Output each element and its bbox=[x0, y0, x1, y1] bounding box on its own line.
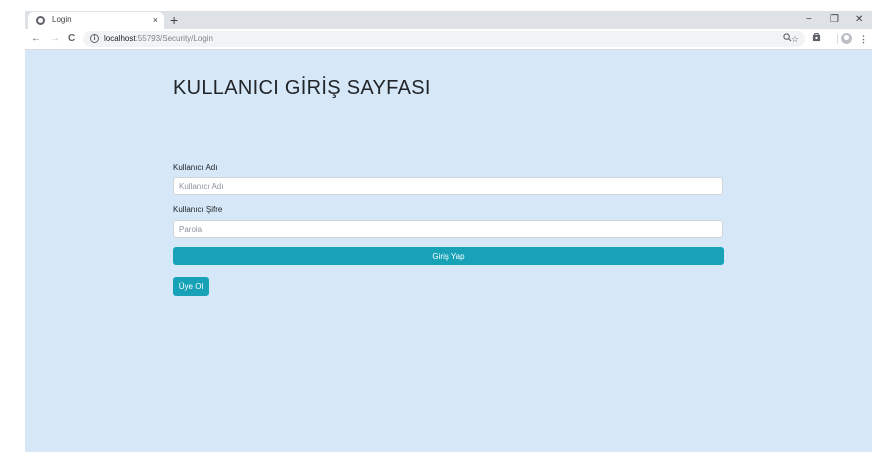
profile-icon[interactable] bbox=[841, 33, 852, 44]
password-label: Kullanıcı Şifre bbox=[173, 205, 223, 214]
close-window-icon[interactable]: ✕ bbox=[855, 13, 863, 27]
info-icon[interactable]: i bbox=[90, 34, 99, 43]
address-bar[interactable]: i localhost:55793/Security/Login bbox=[83, 31, 805, 47]
globe-icon bbox=[36, 16, 45, 25]
tab-strip: Login × + − ❐ ✕ bbox=[25, 11, 872, 29]
back-icon[interactable]: ← bbox=[31, 32, 41, 45]
url-path: :55793/Security/Login bbox=[135, 34, 213, 43]
tab-close-icon[interactable]: × bbox=[153, 14, 158, 26]
new-tab-button[interactable]: + bbox=[170, 11, 178, 29]
extension-icon[interactable] bbox=[812, 33, 821, 45]
browser-toolbar: ← → C i localhost:55793/Security/Login ☆… bbox=[25, 29, 872, 50]
browser-window: Login × + − ❐ ✕ ← → C i localhost:55793/… bbox=[25, 11, 872, 452]
username-input[interactable] bbox=[173, 177, 723, 195]
url-text: localhost:55793/Security/Login bbox=[104, 34, 213, 44]
tab-title: Login bbox=[52, 15, 72, 24]
url-host: localhost bbox=[104, 34, 136, 43]
restore-icon[interactable]: ❐ bbox=[830, 13, 839, 27]
password-input[interactable] bbox=[173, 220, 723, 238]
login-button[interactable]: Giriş Yap bbox=[173, 247, 724, 265]
reload-icon[interactable]: C bbox=[68, 32, 75, 45]
menu-icon[interactable]: ⋮ bbox=[859, 33, 868, 45]
forward-icon[interactable]: → bbox=[50, 32, 60, 45]
signup-button[interactable]: Üye Ol bbox=[173, 277, 209, 296]
page-content: KULLANICI GİRİŞ SAYFASI Kullanıcı Adı Ku… bbox=[25, 50, 872, 452]
star-icon[interactable]: ☆ bbox=[791, 33, 799, 45]
minimize-icon[interactable]: − bbox=[806, 13, 812, 27]
toolbar-separator bbox=[837, 34, 838, 44]
tab-login[interactable]: Login × bbox=[28, 12, 164, 29]
page-title: KULLANICI GİRİŞ SAYFASI bbox=[173, 77, 431, 99]
username-label: Kullanıcı Adı bbox=[173, 163, 218, 172]
